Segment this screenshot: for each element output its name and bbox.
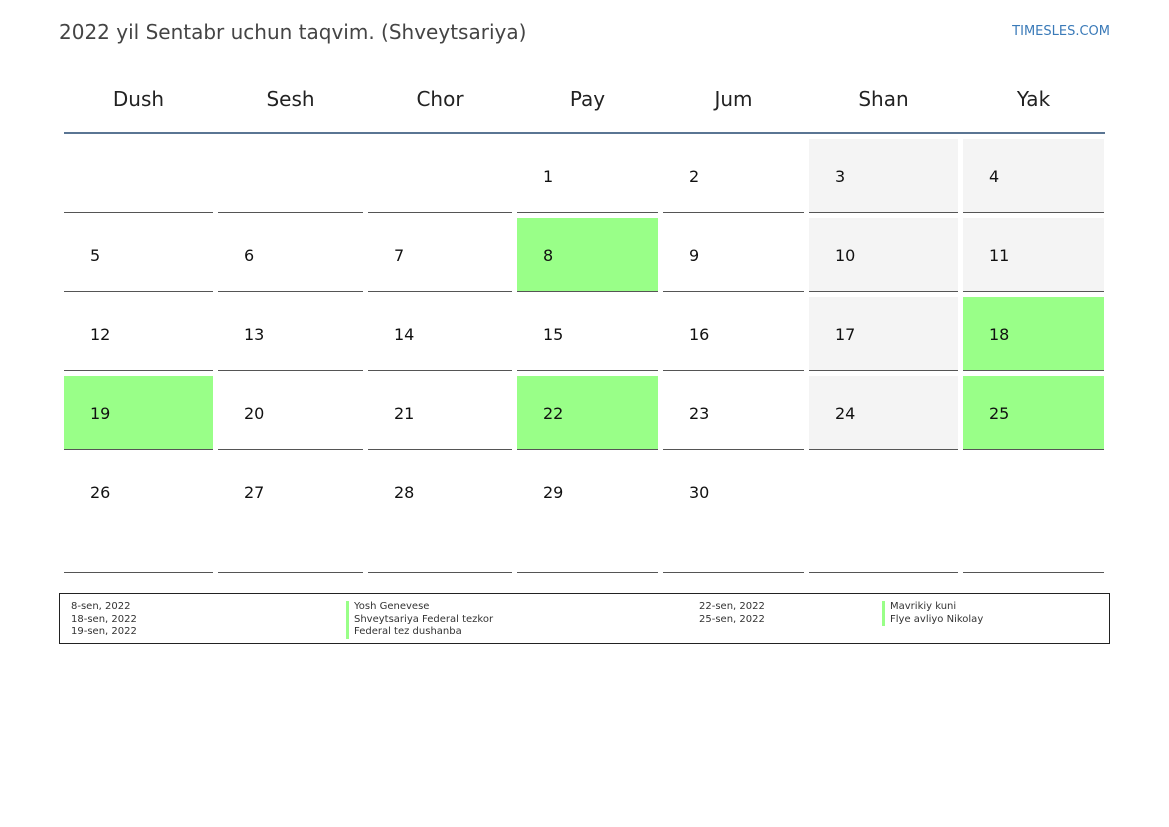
day-cell[interactable]: 12 [64, 297, 213, 371]
day-number: 5 [90, 246, 101, 265]
day-cell[interactable]: 30 [663, 455, 804, 573]
legend-holiday-name: Federal tez dushanba [346, 626, 493, 639]
week-row: 26 27 28 29 30 [64, 455, 1105, 573]
day-cell[interactable]: 2 [663, 139, 804, 213]
weeks-container: 1 2 3 4 5 6 7 8 9 10 11 12 13 14 15 16 17 18 19 20 21 22 23 24 2… [64, 139, 1105, 573]
day-number: 15 [543, 325, 564, 344]
week-row: 5 6 7 8 9 10 11 [64, 218, 1105, 292]
weekday-pay: Pay [569, 87, 606, 111]
day-cell[interactable]: 20 [218, 376, 363, 450]
day-number: 1 [543, 167, 554, 186]
day-cell[interactable]: 6 [218, 218, 363, 292]
empty-day-cell [809, 455, 958, 573]
day-cell[interactable]: 28 [368, 455, 512, 573]
day-cell[interactable]: 7 [368, 218, 512, 292]
legend-holiday-name: Mavrikiy kuni [882, 601, 983, 614]
day-number: 8 [543, 246, 554, 265]
legend-date: 8-sen, 2022 [71, 601, 131, 612]
page-title: 2022 yil Sentabr uchun taqvim. (Shveytsa… [59, 20, 527, 44]
day-number: 17 [835, 325, 856, 344]
day-number: 16 [689, 325, 710, 344]
day-cell[interactable]: 29 [517, 455, 658, 573]
day-cell[interactable]: 11 [963, 218, 1104, 292]
day-cell[interactable]: 19 [64, 376, 213, 450]
legend-date: 18-sen, 2022 [71, 613, 137, 625]
legend-date: 25-sen, 2022 [699, 613, 765, 625]
site-link[interactable]: TIMESLES.COM [1012, 24, 1110, 39]
day-cell[interactable]: 25 [963, 376, 1104, 450]
calendar-grid: Dush Sesh Chor Pay Jum Shan Yak 1 2 3 4 5 6 7 8 9 10 11 1… [64, 60, 1105, 578]
legend-holiday-name: Shveytsariya Federal tezkor [346, 613, 493, 626]
day-cell[interactable]: 17 [809, 297, 958, 371]
day-cell[interactable]: 14 [368, 297, 512, 371]
holiday-legend: 8-sen, 2022 18-sen, 2022 19-sen, 2022 Yosh… [59, 593, 1110, 644]
legend-holiday-name: Yosh Genevese [346, 601, 493, 614]
legend-holiday-name: Flye avliyo Nikolay [882, 613, 983, 626]
day-cell[interactable]: 16 [663, 297, 804, 371]
weekday-dush: Dush [112, 87, 165, 111]
legend-left-names: Yosh Genevese Shveytsariya Federal tezkor… [346, 601, 493, 639]
week-row: 1 2 3 4 [64, 139, 1105, 213]
empty-day-cell [64, 139, 213, 213]
week-row: 12 13 14 15 16 17 18 [64, 297, 1105, 371]
day-number: 26 [90, 483, 111, 502]
day-cell[interactable]: 9 [663, 218, 804, 292]
day-number: 20 [244, 404, 265, 423]
legend-left-dates: 8-sen, 2022 18-sen, 2022 19-sen, 2022 [71, 601, 137, 639]
day-cell[interactable]: 10 [809, 218, 958, 292]
day-number: 23 [689, 404, 710, 423]
empty-day-cell [963, 455, 1104, 573]
day-cell[interactable]: 23 [663, 376, 804, 450]
day-number: 22 [543, 404, 564, 423]
day-number: 18 [989, 325, 1010, 344]
empty-day-cell [368, 139, 512, 213]
day-number: 12 [90, 325, 111, 344]
weekday-chor: Chor [416, 87, 464, 111]
day-number: 24 [835, 404, 856, 423]
day-number: 28 [394, 483, 415, 502]
weekday-shan: Shan [858, 87, 909, 111]
day-number: 6 [244, 246, 255, 265]
day-number: 2 [689, 167, 700, 186]
day-number: 25 [989, 404, 1010, 423]
day-cell[interactable]: 1 [517, 139, 658, 213]
weekday-yak: Yak [1016, 87, 1051, 111]
day-number: 27 [244, 483, 265, 502]
day-number: 11 [989, 246, 1010, 265]
weekday-jum: Jum [714, 87, 753, 111]
day-cell[interactable]: 13 [218, 297, 363, 371]
empty-day-cell [218, 139, 363, 213]
day-cell[interactable]: 3 [809, 139, 958, 213]
legend-date: 19-sen, 2022 [71, 626, 137, 637]
legend-date: 22-sen, 2022 [699, 601, 765, 612]
day-cell[interactable]: 15 [517, 297, 658, 371]
day-cell[interactable]: 8 [517, 218, 658, 292]
day-cell[interactable]: 27 [218, 455, 363, 573]
day-number: 21 [394, 404, 415, 423]
day-number: 14 [394, 325, 415, 344]
day-number: 9 [689, 246, 700, 265]
day-cell[interactable]: 5 [64, 218, 213, 292]
legend-right-names: Mavrikiy kuni Flye avliyo Nikolay [882, 601, 983, 626]
day-cell[interactable]: 4 [963, 139, 1104, 213]
weekday-header-row: Dush Sesh Chor Pay Jum Shan Yak [64, 60, 1105, 134]
day-cell[interactable]: 18 [963, 297, 1104, 371]
day-number: 13 [244, 325, 265, 344]
day-number: 19 [90, 404, 111, 423]
day-number: 30 [689, 483, 710, 502]
legend-right-dates: 22-sen, 2022 25-sen, 2022 [699, 601, 765, 626]
day-number: 29 [543, 483, 564, 502]
day-cell[interactable]: 26 [64, 455, 213, 573]
day-number: 10 [835, 246, 856, 265]
day-number: 3 [835, 167, 846, 186]
day-number: 7 [394, 246, 405, 265]
weekday-sesh: Sesh [266, 87, 315, 111]
day-cell[interactable]: 21 [368, 376, 512, 450]
week-row: 19 20 21 22 23 24 25 [64, 376, 1105, 450]
day-cell[interactable]: 22 [517, 376, 658, 450]
day-number: 4 [989, 167, 1000, 186]
day-cell[interactable]: 24 [809, 376, 958, 450]
